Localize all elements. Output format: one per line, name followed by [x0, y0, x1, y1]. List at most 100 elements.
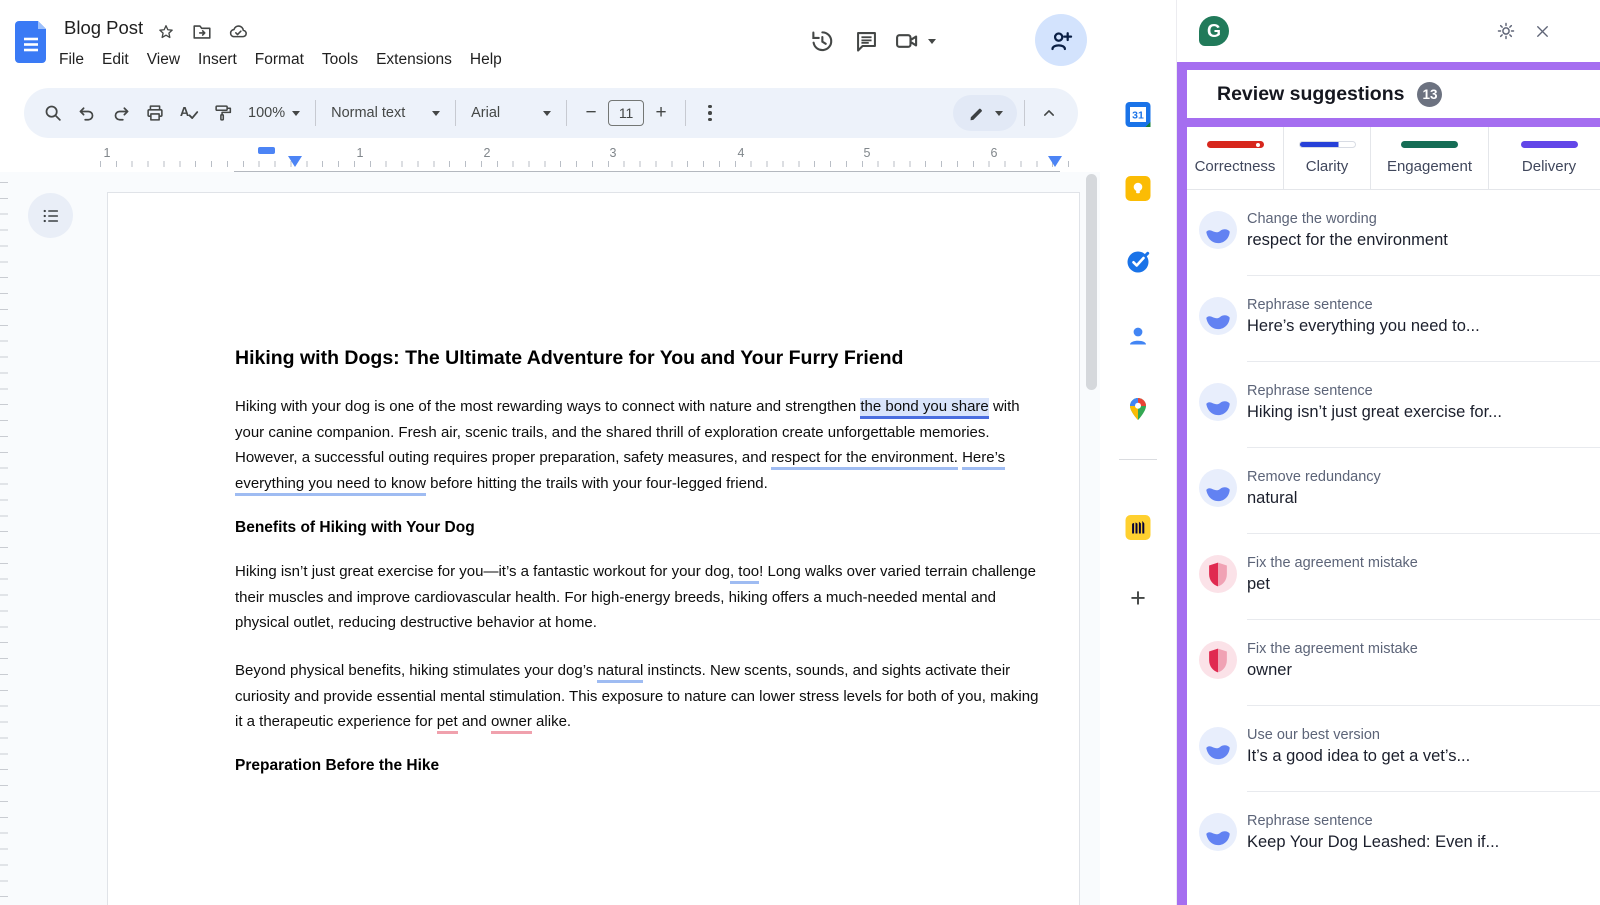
increase-font-size-button[interactable]: +	[644, 96, 678, 130]
suggestion-item[interactable]: Rephrase sentenceHiking isn’t just great…	[1187, 362, 1600, 448]
progress-dot	[1256, 143, 1260, 147]
suggestion-category-tabs: Correctness Clarity Engagement Delivery	[1187, 127, 1600, 190]
toolbar-divider	[455, 100, 456, 126]
settings-gear-icon[interactable]	[1495, 20, 1517, 42]
more-options-icon[interactable]	[693, 96, 727, 130]
paint-format-icon[interactable]	[206, 96, 240, 130]
suggestion-label: Use our best version	[1247, 727, 1470, 743]
document-scrollbar[interactable]	[1086, 174, 1097, 390]
ruler-number: 2	[484, 146, 491, 160]
doc-page[interactable]: Hiking with Dogs: The Ultimate Adventure…	[107, 192, 1080, 905]
menu-insert[interactable]: Insert	[189, 46, 246, 74]
paragraph-style-select[interactable]: Normal text	[323, 105, 448, 121]
menu-file[interactable]: File	[50, 46, 93, 74]
font-select[interactable]: Arial	[463, 105, 559, 121]
miro-icon[interactable]	[1125, 514, 1152, 541]
left-indent-marker[interactable]	[258, 147, 275, 154]
toolbar-divider	[315, 100, 316, 126]
tab-delivery[interactable]: Delivery	[1489, 127, 1600, 189]
style-caret	[432, 111, 440, 116]
font-caret	[543, 111, 551, 116]
share-button[interactable]	[1035, 14, 1087, 66]
suggestion-item[interactable]: Fix the agreement mistakeowner	[1187, 620, 1600, 706]
suggestion-text: Hiking isn’t just great exercise for...	[1247, 403, 1502, 422]
search-menus-icon[interactable]	[36, 96, 70, 130]
delivery-progress-bar	[1521, 141, 1578, 148]
spelling-check-icon[interactable]: A	[172, 96, 206, 130]
doc-text: Hiking with Dogs: The Ultimate Adventure…	[235, 347, 903, 369]
zoom-select[interactable]: 100%	[240, 105, 308, 121]
menu-extensions[interactable]: Extensions	[367, 46, 461, 74]
menu-help[interactable]: Help	[461, 46, 511, 74]
google-docs-logo-icon[interactable]	[15, 21, 46, 63]
close-panel-icon[interactable]	[1533, 22, 1552, 41]
star-icon[interactable]	[155, 21, 177, 43]
active-suggestion-highlight[interactable]: the bond you share	[860, 398, 988, 419]
clarity-underline[interactable]: respect for the environment.	[771, 449, 958, 470]
suggestion-list: Change the wordingrespect for the enviro…	[1187, 190, 1600, 878]
correctness-underline[interactable]: owner	[491, 713, 532, 734]
tab-engagement[interactable]: Engagement	[1371, 127, 1489, 189]
move-folder-icon[interactable]	[191, 21, 213, 43]
correctness-shield-icon	[1199, 555, 1237, 593]
grammarly-panel: G Review suggestions 13 Correctness Clar…	[1176, 0, 1600, 905]
suggestion-text: pet	[1247, 575, 1418, 594]
font-value: Arial	[471, 105, 500, 121]
clarity-underline[interactable]: natural	[597, 662, 643, 683]
join-video-call-icon[interactable]	[888, 19, 926, 63]
clarity-wave-icon	[1199, 813, 1237, 851]
ruler-number: 5	[864, 146, 871, 160]
editing-mode-button[interactable]	[953, 95, 1017, 131]
clarity-wave-icon	[1199, 727, 1237, 765]
suggestion-label: Remove redundancy	[1247, 469, 1381, 485]
video-call-dropdown-caret[interactable]	[928, 39, 936, 44]
suggestion-item[interactable]: Rephrase sentenceKeep Your Dog Leashed: …	[1187, 792, 1600, 878]
comments-icon[interactable]	[844, 19, 888, 63]
doc-heading: Benefits of Hiking with Your Dog	[235, 519, 1045, 537]
doc-heading: Preparation Before the Hike	[235, 757, 1045, 775]
menu-view[interactable]: View	[138, 46, 189, 74]
svg-text:31: 31	[1132, 110, 1144, 122]
menu-tools[interactable]: Tools	[313, 46, 367, 74]
workspace-side-panel: 31 +	[1100, 0, 1176, 905]
google-contacts-icon[interactable]	[1125, 323, 1152, 350]
suggestion-item[interactable]: Rephrase sentenceHere’s everything you n…	[1187, 276, 1600, 362]
document-title[interactable]: Blog Post	[64, 17, 143, 39]
document-canvas: Hiking with Dogs: The Ultimate Adventure…	[0, 172, 1100, 905]
suggestion-item[interactable]: Change the wordingrespect for the enviro…	[1187, 190, 1600, 276]
google-keep-icon[interactable]	[1125, 175, 1152, 202]
right-indent-marker[interactable]	[1048, 156, 1062, 167]
document-outline-button[interactable]	[28, 193, 73, 238]
first-line-indent-marker[interactable]	[288, 156, 302, 167]
ruler-number: 1	[104, 146, 111, 160]
tab-correctness[interactable]: Correctness	[1187, 127, 1284, 189]
google-maps-icon[interactable]	[1125, 396, 1151, 423]
horizontal-ruler[interactable]: 1123456	[0, 146, 1082, 172]
google-docs-window: Blog Post FileEditViewInsertFormatToolsE…	[0, 0, 1176, 905]
print-icon[interactable]	[138, 96, 172, 130]
correctness-underline[interactable]: pet	[437, 713, 458, 734]
suggestion-label: Fix the agreement mistake	[1247, 555, 1418, 571]
doc-text: Hiking with your dog is one of the most …	[235, 398, 860, 415]
hide-menus-icon[interactable]	[1032, 96, 1066, 130]
tab-clarity[interactable]: Clarity	[1284, 127, 1371, 189]
google-calendar-icon[interactable]: 31	[1125, 101, 1152, 128]
doc-text: Benefits of Hiking with Your Dog	[235, 519, 475, 536]
redo-icon[interactable]	[104, 96, 138, 130]
paragraph-style-value: Normal text	[331, 105, 405, 121]
google-tasks-icon[interactable]	[1124, 248, 1152, 276]
menu-format[interactable]: Format	[246, 46, 313, 74]
cloud-saved-icon[interactable]	[227, 21, 249, 43]
version-history-icon[interactable]	[800, 19, 844, 63]
undo-icon[interactable]	[70, 96, 104, 130]
suggestion-item[interactable]: Fix the agreement mistake pet	[1187, 534, 1600, 620]
suggestion-label: Change the wording	[1247, 211, 1448, 227]
suggestion-item[interactable]: Use our best versionIt’s a good idea to …	[1187, 706, 1600, 792]
font-size-input[interactable]: 11	[608, 100, 644, 126]
suggestion-item[interactable]: Remove redundancynatural	[1187, 448, 1600, 534]
toolbar-divider	[566, 100, 567, 126]
get-add-ons-icon[interactable]: +	[1130, 585, 1146, 612]
clarity-underline[interactable]: , too	[730, 563, 759, 584]
menu-edit[interactable]: Edit	[93, 46, 138, 74]
decrease-font-size-button[interactable]: −	[574, 96, 608, 130]
